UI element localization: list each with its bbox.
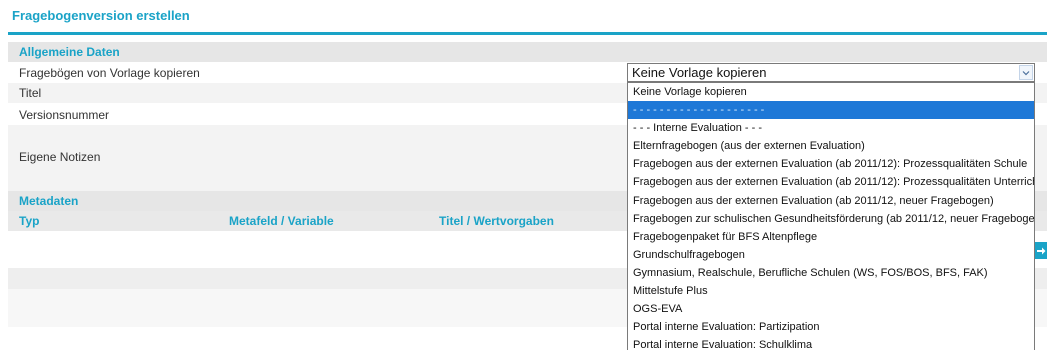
dropdown-option[interactable]: OGS-EVA <box>628 300 1034 318</box>
copy-template-label: Fragebögen von Vorlage kopieren <box>19 66 200 80</box>
template-dropdown-list: Keine Vorlage kopieren - - - - - - - - -… <box>627 82 1035 350</box>
dropdown-option[interactable]: Fragebogenpaket für BFS Altenpflege <box>628 228 1034 246</box>
template-select[interactable]: Keine Vorlage kopieren <box>627 63 1035 82</box>
version-label: Versionsnummer <box>19 108 110 122</box>
notes-label: Eigene Notizen <box>19 150 101 164</box>
arrow-right-icon <box>1037 247 1046 254</box>
dropdown-option-group[interactable]: - - - Interne Evaluation - - - <box>628 119 1034 137</box>
section-general-header: Allgemeine Daten <box>8 42 1047 62</box>
dropdown-option[interactable]: Fragebogen zur schulischen Gesundheitsfö… <box>628 210 1034 228</box>
column-title: Titel / Wertvorgaben <box>439 214 554 228</box>
dropdown-option[interactable]: Mittelstufe Plus <box>628 282 1034 300</box>
dropdown-option[interactable]: Grundschulfragebogen <box>628 246 1034 264</box>
dropdown-option-highlighted[interactable]: - - - - - - - - - - - - - - - - - - - - <box>628 101 1034 120</box>
template-select-value: Keine Vorlage kopieren <box>632 65 767 80</box>
column-metafield: Metafeld / Variable <box>229 214 334 228</box>
dropdown-option[interactable]: Fragebogen aus der externen Evaluation (… <box>628 192 1034 210</box>
chevron-down-icon <box>1022 70 1030 75</box>
title-divider <box>8 32 1047 35</box>
dropdown-option[interactable]: Fragebogen aus der externen Evaluation (… <box>628 155 1034 173</box>
page-title: Fragebogenversion erstellen <box>12 8 190 23</box>
dropdown-option[interactable]: Gymnasium, Realschule, Berufliche Schule… <box>628 264 1034 282</box>
dropdown-option[interactable]: Portal interne Evaluation: Schulklima <box>628 336 1034 350</box>
title-label: Titel <box>19 86 42 100</box>
dropdown-option[interactable]: Portal interne Evaluation: Partizipation <box>628 318 1034 336</box>
next-button[interactable] <box>1035 242 1047 259</box>
dropdown-option[interactable]: Keine Vorlage kopieren <box>628 83 1034 101</box>
column-type: Typ <box>19 214 40 228</box>
dropdown-option[interactable]: Elternfragebogen (aus der externen Evalu… <box>628 137 1034 155</box>
dropdown-option[interactable]: Fragebogen aus der externen Evaluation (… <box>628 173 1034 191</box>
select-toggle[interactable] <box>1019 65 1033 80</box>
